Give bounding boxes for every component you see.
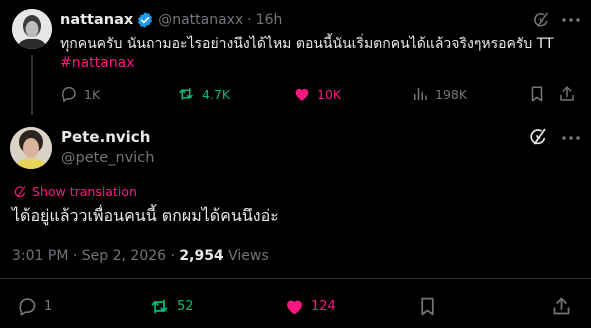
like-button[interactable]: 10K — [293, 84, 341, 104]
bookmark-icon — [421, 297, 434, 315]
repost-button[interactable]: 4.7K — [176, 84, 230, 104]
views-label: Views — [223, 248, 269, 264]
main-display-name[interactable]: Pete.nvich — [61, 127, 150, 147]
share-icon — [553, 297, 570, 314]
parent-header: nattanax @nattanaxx · 16h — [60, 10, 282, 30]
heart-icon — [295, 88, 309, 101]
parent-time[interactable]: 16h — [256, 12, 283, 28]
bookmark-button[interactable] — [528, 84, 552, 104]
like-count: 124 — [311, 298, 336, 314]
tweet-metadata: 3:01 PM · Sep 2, 2026 · 2,954 Views — [12, 246, 269, 266]
globe-icon — [14, 185, 26, 197]
reply-button[interactable]: 1 — [17, 294, 52, 318]
more-options-icon[interactable] — [560, 129, 582, 147]
bookmark-icon — [531, 86, 543, 102]
parent-tweet[interactable]: nattanax @nattanaxx · 16h ทุกคนครับ นันถ… — [0, 0, 591, 115]
reply-count: 1 — [44, 298, 53, 314]
main-handle[interactable]: @pete_nvich — [61, 148, 154, 168]
parent-tweet-text: ทุกคนครับ นันถามอะไรอย่างนึงได้ไหม ตอนนี… — [60, 36, 554, 52]
reply-button[interactable]: 1K — [60, 84, 100, 104]
heart-icon — [287, 300, 302, 314]
analytics-icon — [414, 88, 427, 100]
repost-count: 4.7K — [202, 86, 231, 102]
show-translation-label: Show translation — [32, 184, 137, 199]
repost-icon — [179, 88, 193, 100]
reply-icon — [19, 297, 36, 316]
hashtag-link[interactable]: #nattanax — [60, 53, 134, 73]
share-icon — [560, 86, 574, 101]
parent-display-name[interactable]: nattanax — [60, 12, 133, 28]
parent-handle[interactable]: @nattanaxx — [158, 12, 243, 28]
share-button[interactable] — [551, 294, 578, 318]
thread-line — [31, 55, 33, 115]
parent-avatar[interactable] — [12, 9, 52, 49]
tweet-timestamp[interactable]: 3:01 PM · Sep 2, 2026 · — [12, 248, 179, 264]
grok-icon[interactable] — [532, 11, 550, 29]
bookmark-button[interactable] — [417, 294, 444, 318]
more-options-icon[interactable] — [560, 11, 582, 29]
main-tweet-text: ได้อยู่แล้ววเพื่อนคนนี้ ตกผมได้คนนึงอ่ะ — [12, 206, 279, 225]
views-button[interactable]: 198K — [411, 84, 467, 104]
verified-badge-icon — [136, 11, 154, 29]
reply-count: 1K — [84, 86, 101, 102]
separator-dot: · — [247, 12, 252, 28]
grok-icon[interactable] — [528, 127, 548, 147]
views-count: 2,954 — [179, 248, 224, 264]
divider — [0, 278, 591, 279]
main-avatar[interactable] — [10, 127, 52, 169]
repost-icon — [151, 299, 168, 313]
parent-action-bar: 1K 4.7K 10K 198K — [60, 84, 590, 104]
repost-count: 52 — [177, 298, 194, 314]
reply-icon — [62, 86, 76, 102]
like-count: 10K — [317, 86, 342, 102]
repost-button[interactable]: 52 — [148, 294, 194, 318]
share-button[interactable] — [558, 84, 582, 104]
show-translation-link[interactable]: Show translation — [13, 184, 137, 199]
views-count: 198K — [435, 86, 468, 102]
main-action-bar: 1 52 124 — [0, 294, 591, 318]
like-button[interactable]: 124 — [284, 294, 336, 318]
